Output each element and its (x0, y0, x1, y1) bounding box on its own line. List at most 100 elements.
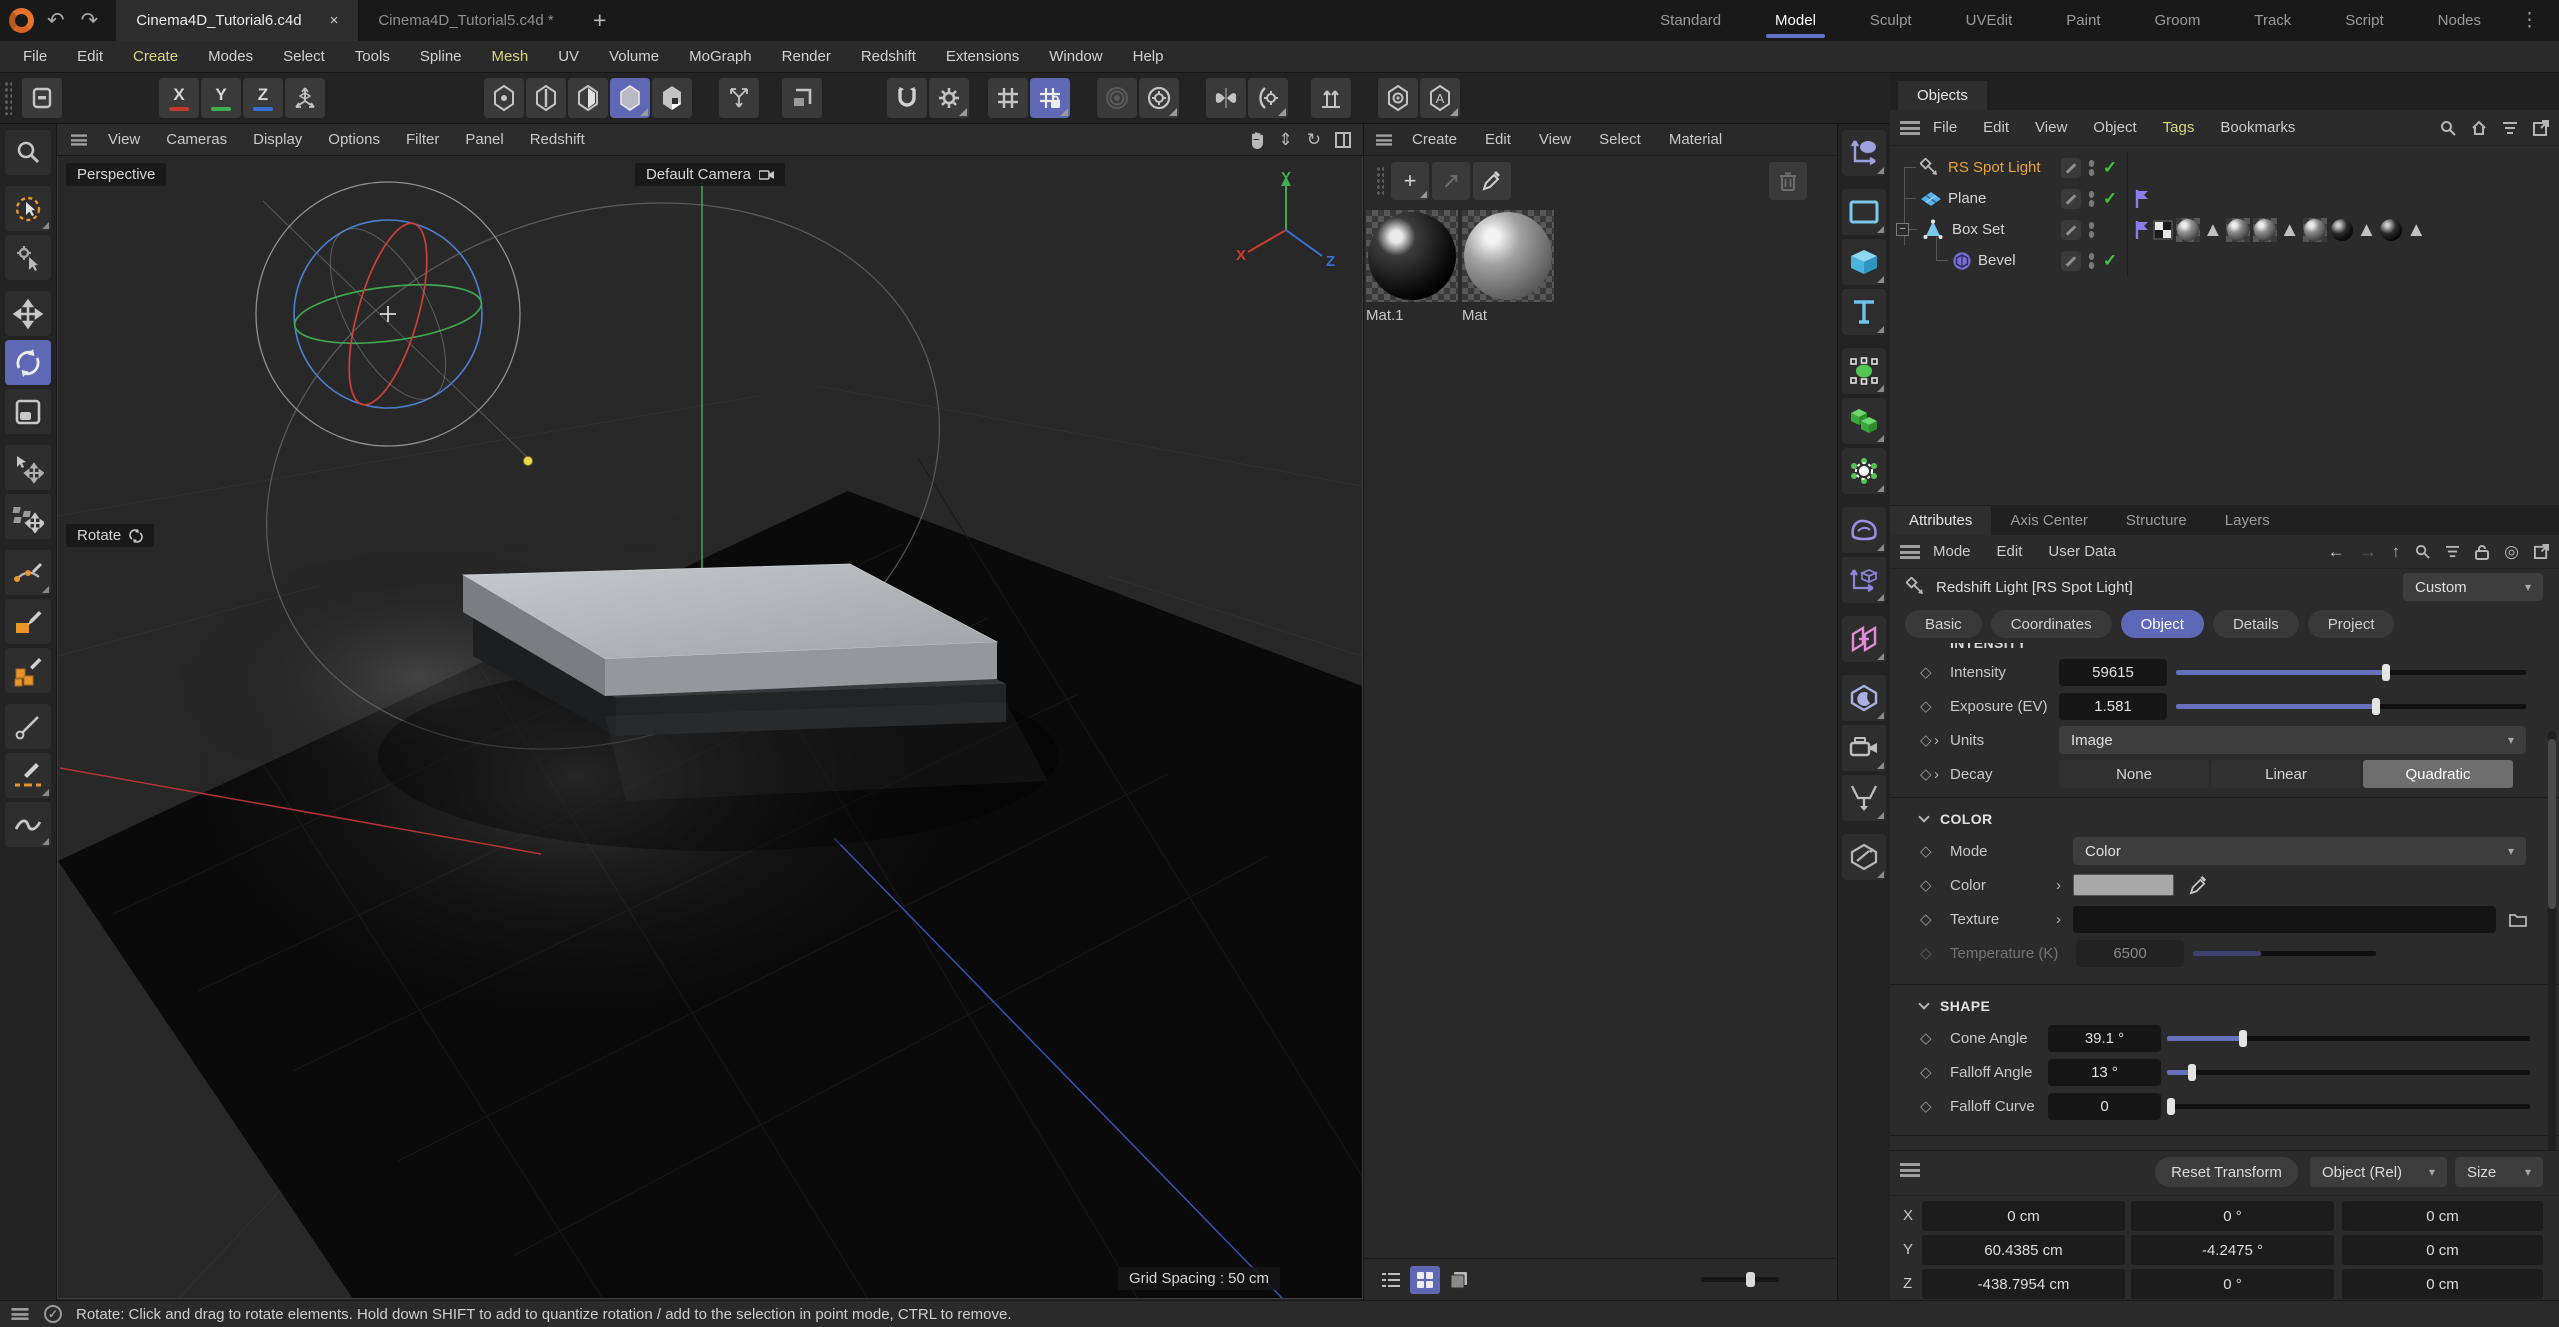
menu-window[interactable]: Window (1034, 48, 1117, 65)
keyframe-diamond-icon[interactable]: ◇ (1920, 910, 1932, 928)
scale-x-input[interactable]: 0 cm (2342, 1201, 2543, 1231)
stage-floor-button[interactable] (1842, 775, 1886, 821)
falloff-settings-button[interactable] (1139, 78, 1179, 118)
enabled-check-icon[interactable]: ✓ (2099, 251, 2121, 271)
redo-icon[interactable]: ↷ (81, 8, 99, 33)
color-mode-dropdown[interactable]: Color ▾ (2073, 837, 2526, 865)
sketch-tool-button[interactable] (5, 599, 51, 644)
toolbar-drag-handle[interactable] (4, 81, 12, 115)
layout-tab-paint[interactable]: Paint (2039, 0, 2127, 41)
primitive-cube-button[interactable] (1842, 239, 1886, 285)
document-tab[interactable]: Cinema4D_Tutorial5.c4d * (358, 0, 573, 41)
decay-linear-button[interactable]: Linear (2211, 760, 2361, 788)
exposure-slider[interactable] (2176, 704, 2526, 709)
filter-icon[interactable] (2445, 545, 2460, 558)
material-menu-create[interactable]: Create (1398, 131, 1471, 148)
back-icon[interactable]: ← (2328, 542, 2345, 562)
spline-smooth-tool-button[interactable] (5, 802, 51, 847)
undo-icon[interactable]: ↶ (47, 8, 65, 33)
plane-object-icon[interactable] (1920, 191, 1942, 207)
visibility-dots[interactable] (2088, 252, 2095, 270)
intensity-input[interactable]: 59615 (2059, 659, 2167, 686)
uvw-tag-icon[interactable] (2153, 220, 2173, 240)
box-set-icon[interactable] (1922, 219, 1944, 241)
target-icon[interactable]: ◎ (2504, 542, 2519, 562)
tweak-tool-button[interactable] (5, 235, 51, 280)
axis-x-toggle[interactable]: X (159, 78, 199, 118)
tab-axis-center[interactable]: Axis Center (1991, 506, 2107, 535)
chevron-right-icon[interactable]: › (1934, 732, 1939, 749)
axis-modify-button[interactable] (1378, 78, 1418, 118)
layout-overflow-icon[interactable]: ⋮ (2508, 9, 2551, 32)
auto-axis-button[interactable]: A (1420, 78, 1460, 118)
find-tool-button[interactable] (5, 130, 51, 175)
filter-icon[interactable] (2502, 121, 2518, 135)
size-mode-dropdown[interactable]: Size ▾ (2455, 1157, 2543, 1187)
menu-extensions[interactable]: Extensions (931, 48, 1034, 65)
tab-layers[interactable]: Layers (2206, 506, 2289, 535)
keyframe-diamond-icon[interactable]: ◇ (1920, 1029, 1932, 1047)
menu-volume[interactable]: Volume (594, 48, 674, 65)
phong-tag-icon[interactable]: ▲ (2280, 218, 2300, 242)
material-item[interactable]: Mat.1 (1366, 210, 1458, 324)
units-dropdown[interactable]: Image ▾ (2059, 726, 2526, 754)
objects-menu-tags[interactable]: Tags (2150, 119, 2208, 136)
menu-render[interactable]: Render (767, 48, 846, 65)
lock-icon[interactable] (2475, 544, 2489, 560)
forward-icon[interactable]: → (2360, 542, 2377, 562)
menu-modes[interactable]: Modes (193, 48, 268, 65)
viewport-menu-display[interactable]: Display (240, 131, 315, 148)
chip-basic[interactable]: Basic (1905, 610, 1982, 638)
exposure-input[interactable]: 1.581 (2059, 693, 2167, 720)
tab-attributes[interactable]: Attributes (1890, 506, 1991, 535)
decay-none-button[interactable]: None (2059, 760, 2209, 788)
visibility-dots[interactable] (2088, 159, 2095, 177)
tab-structure[interactable]: Structure (2107, 506, 2206, 535)
viewport-solo-button[interactable] (22, 78, 62, 118)
pan-hand-icon[interactable] (1249, 131, 1265, 149)
object-name[interactable]: Bevel (1978, 252, 2016, 269)
popout-icon[interactable] (2533, 120, 2549, 136)
material-tag-icon[interactable] (2303, 218, 2327, 242)
material-thumbnail[interactable] (1366, 210, 1458, 302)
edit-enable-toggle[interactable] (2061, 251, 2081, 271)
material-item[interactable]: Mat (1462, 210, 1554, 324)
attribute-scroll-area[interactable]: INTENSITY ◇ Intensity 59615 ◇ Exposure (… (1890, 643, 2559, 1150)
keyframe-diamond-icon[interactable]: ◇ (1920, 876, 1932, 894)
object-name[interactable]: RS Spot Light (1948, 159, 2041, 176)
layout-tab-nodes[interactable]: Nodes (2411, 0, 2508, 41)
layout-tab-uvedit[interactable]: UVEdit (1939, 0, 2040, 41)
chip-details[interactable]: Details (2213, 610, 2299, 638)
enabled-check-icon[interactable]: ✓ (2099, 158, 2121, 178)
visibility-dots[interactable] (2088, 221, 2095, 239)
cone-angle-input[interactable]: 39.1 ° (2048, 1025, 2161, 1052)
viewport-menu-cameras[interactable]: Cameras (153, 131, 240, 148)
polygon-half-mode-button[interactable] (568, 78, 608, 118)
dolly-icon[interactable]: ⇕ (1279, 130, 1293, 150)
close-icon[interactable]: × (330, 12, 339, 29)
edit-enable-toggle[interactable] (2061, 220, 2081, 240)
falloff-angle-slider[interactable] (2167, 1070, 2530, 1075)
popout-icon[interactable] (2534, 544, 2549, 559)
attributes-menu-mode[interactable]: Mode (1920, 543, 1984, 560)
enabled-check-icon[interactable]: ✓ (2099, 189, 2121, 209)
chip-coordinates[interactable]: Coordinates (1991, 610, 2112, 638)
viewport-menu-redshift[interactable]: Redshift (517, 131, 598, 148)
rotation-h-input[interactable]: 0 ° (2131, 1201, 2334, 1231)
chip-project[interactable]: Project (2308, 610, 2395, 638)
falloff-button[interactable] (1097, 78, 1137, 118)
attributes-scrollbar[interactable] (2548, 731, 2556, 1150)
scale-tool-button[interactable] (5, 389, 51, 434)
mograph-spline-mask-button[interactable] (1842, 348, 1886, 394)
effector-button[interactable] (1842, 448, 1886, 494)
layout-tab-standard[interactable]: Standard (1633, 0, 1748, 41)
viewport-menu-view[interactable]: View (95, 131, 153, 148)
spline-primitive-button[interactable] (1842, 189, 1886, 235)
rotation-b-input[interactable]: 0 ° (2131, 1269, 2334, 1299)
coordinate-mode-dropdown[interactable]: Object (Rel) ▾ (2310, 1157, 2447, 1187)
polygons-mode-button[interactable] (610, 78, 650, 118)
points-mode-button[interactable] (484, 78, 524, 118)
environment-button[interactable] (1842, 675, 1886, 721)
objects-menu-file[interactable]: File (1920, 119, 1970, 136)
menu-icon[interactable] (71, 134, 87, 145)
